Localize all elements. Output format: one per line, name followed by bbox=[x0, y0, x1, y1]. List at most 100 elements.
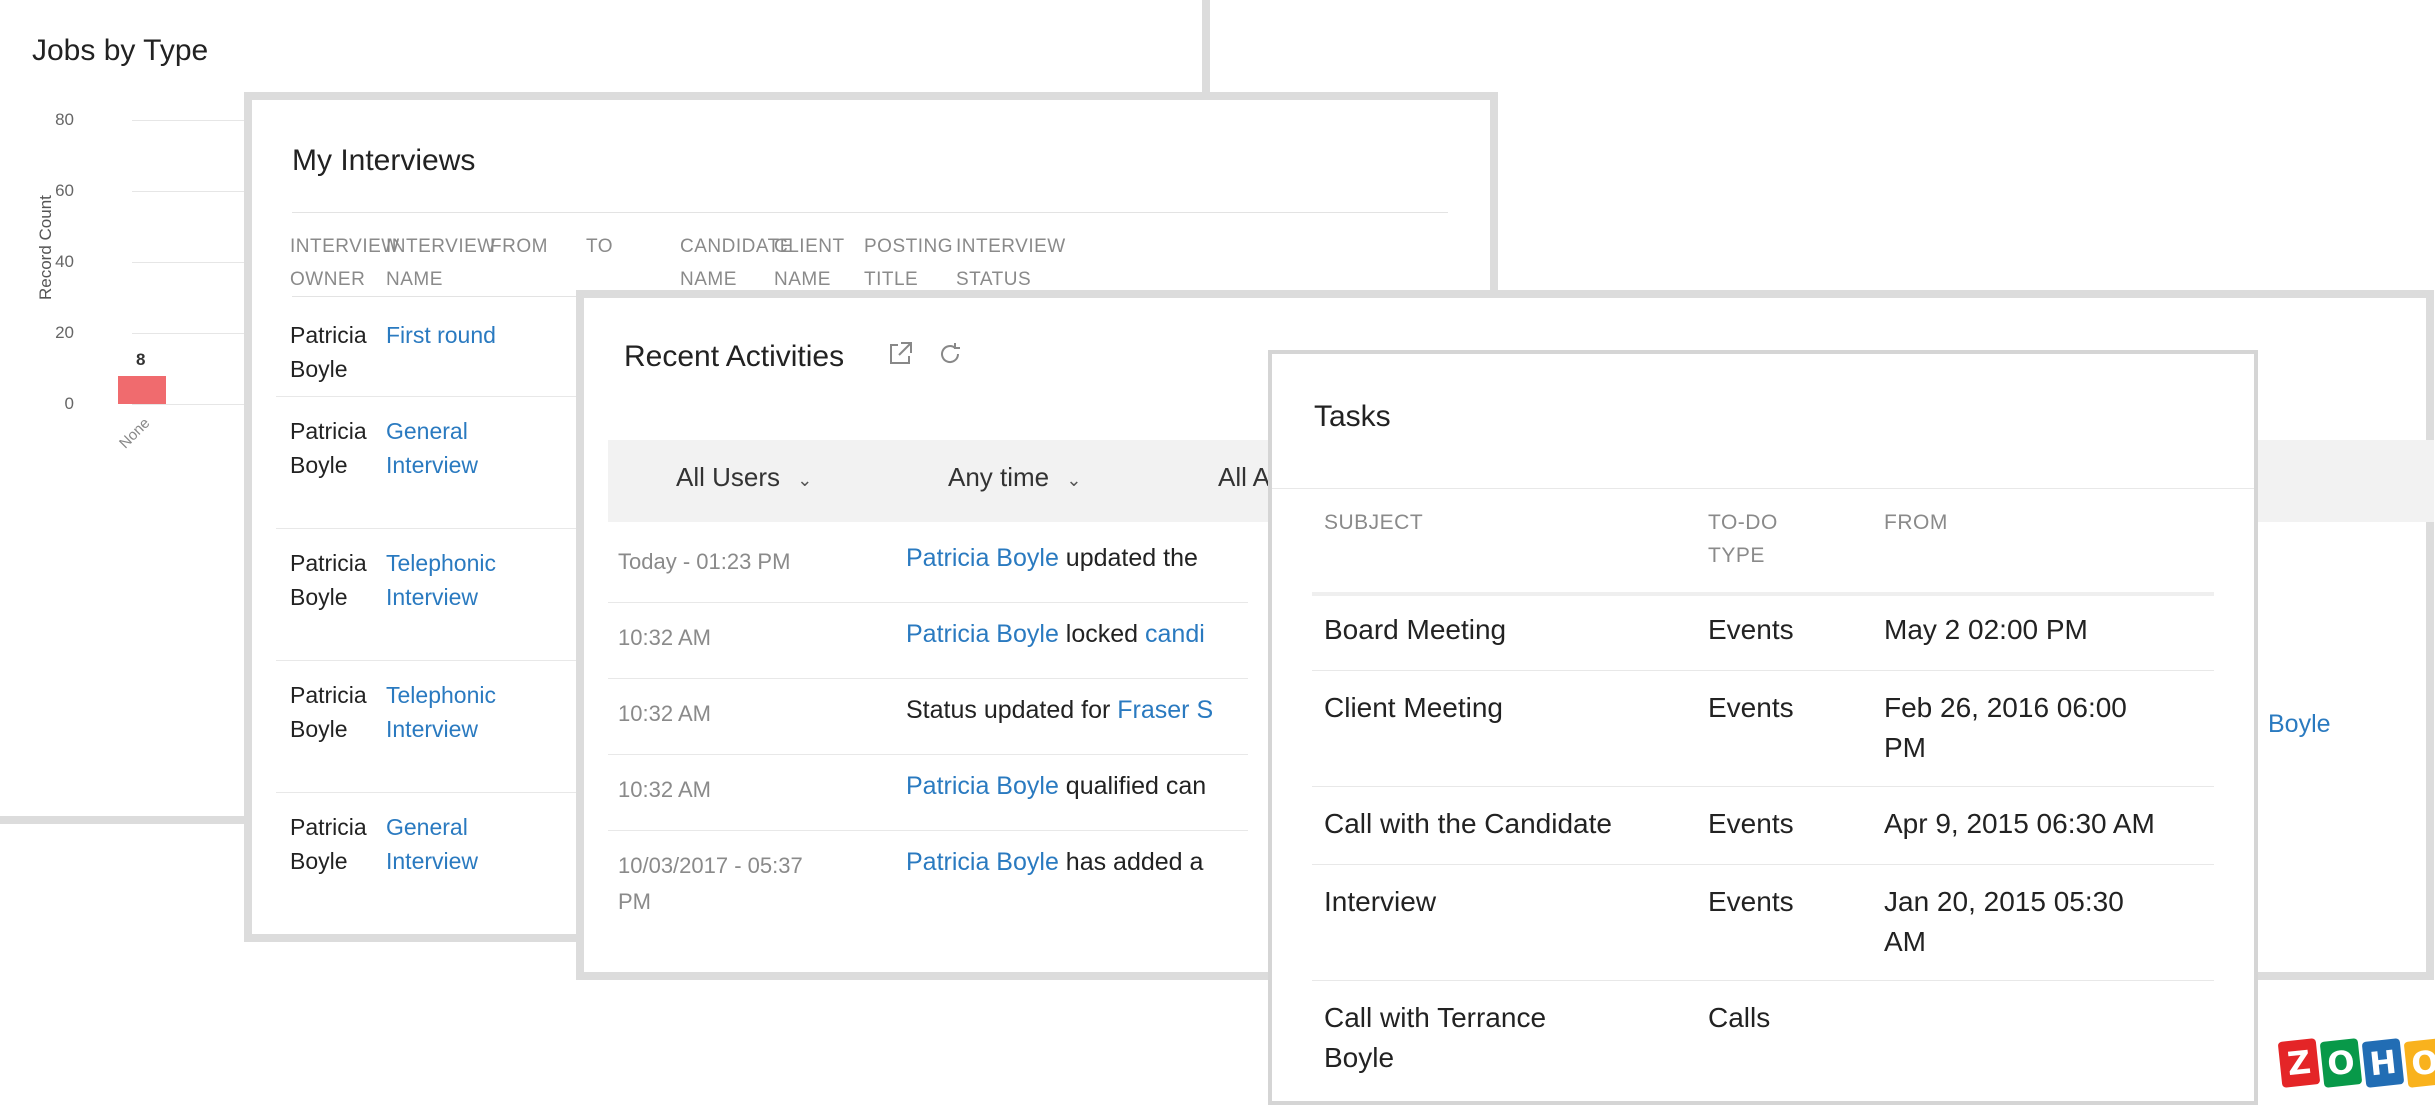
row-divider bbox=[608, 678, 1248, 679]
column-header[interactable]: INTERVIEW NAME bbox=[386, 230, 496, 296]
line-1: General bbox=[386, 418, 468, 444]
interview-name-link[interactable]: Telephonic Interview bbox=[386, 678, 496, 746]
line-2: Interview bbox=[386, 452, 479, 478]
y-tick-label: 0 bbox=[64, 394, 74, 413]
external-link-icon[interactable] bbox=[886, 340, 914, 375]
filter-activities-label: All A bbox=[1218, 462, 1271, 492]
row-divider bbox=[608, 830, 1248, 831]
line-1: INTERVIEW bbox=[386, 236, 496, 257]
logo-letter: O bbox=[2319, 1038, 2363, 1088]
column-header[interactable]: FROM bbox=[490, 230, 548, 263]
column-header[interactable]: TO bbox=[586, 230, 613, 263]
header-divider bbox=[1312, 592, 2214, 596]
activity-link[interactable]: Patricia Boyle bbox=[906, 848, 1059, 876]
line-2: Boyle bbox=[1324, 1042, 1395, 1073]
activity-link[interactable]: Patricia Boyle bbox=[906, 620, 1059, 648]
line-1: Patricia bbox=[290, 418, 367, 444]
activity-text-part: qualified can bbox=[1058, 772, 1207, 800]
task-type: Events bbox=[1708, 886, 1794, 917]
task-subject-link[interactable]: Call with Terrance Boyle bbox=[1324, 998, 1546, 1078]
line-2: Interview bbox=[386, 848, 479, 874]
tasks-card: Tasks SUBJECT TO-DO TYPE FROM Board Meeting… bbox=[1268, 350, 2258, 1105]
line-2: Boyle bbox=[290, 452, 348, 478]
line-1: POSTING bbox=[864, 236, 954, 257]
task-subject-link[interactable]: Call with the Candidate bbox=[1324, 804, 1612, 844]
column-header[interactable]: FROM bbox=[1884, 506, 1948, 539]
task-type: Events bbox=[1708, 808, 1794, 839]
line-1: Patricia bbox=[290, 550, 367, 576]
row-divider bbox=[1312, 670, 2214, 671]
task-subject-link[interactable]: Interview bbox=[1324, 882, 1436, 922]
line-1: May 2 02:00 PM bbox=[1884, 614, 2088, 645]
line-1: 10:32 AM bbox=[618, 701, 711, 726]
bar[interactable] bbox=[118, 375, 166, 404]
line-1: FROM bbox=[490, 236, 548, 257]
column-header[interactable]: SUBJECT bbox=[1324, 506, 1423, 539]
column-header[interactable]: INTERVIEW OWNER bbox=[290, 230, 400, 296]
row-divider bbox=[1312, 864, 2214, 865]
activity-text: Patricia Boyle has added a bbox=[906, 848, 1203, 877]
column-header[interactable]: POSTING TITLE bbox=[864, 230, 953, 296]
filter-time-dropdown[interactable]: Any time ⌄ bbox=[948, 462, 1081, 493]
activity-time: 10:32 AM bbox=[618, 772, 711, 808]
task-subject-link[interactable]: Client Meeting bbox=[1324, 688, 1503, 728]
line-1: TO-DO bbox=[1708, 511, 1778, 534]
line-1: 10/03/2017 - 05:37 bbox=[618, 853, 803, 878]
logo-letter: H bbox=[2361, 1038, 2405, 1088]
line-1: SUBJECT bbox=[1324, 511, 1424, 534]
activity-link[interactable]: Patricia Boyle bbox=[906, 772, 1059, 800]
activity-text: Patricia Boyle locked candi bbox=[906, 620, 1205, 649]
filter-users-label: All Users bbox=[676, 462, 781, 492]
line-1: Patricia bbox=[290, 322, 367, 348]
filter-time-label: Any time bbox=[948, 462, 1050, 492]
column-header[interactable]: TO-DO TYPE bbox=[1708, 506, 1778, 572]
right-edge-link[interactable]: Boyle bbox=[2268, 710, 2331, 738]
activity-link[interactable]: Boyle bbox=[2268, 710, 2331, 739]
row-divider bbox=[1312, 980, 2214, 981]
recent-activities-title: Recent Activities bbox=[624, 340, 845, 373]
tasks-title: Tasks bbox=[1314, 400, 1391, 433]
activity-link[interactable]: candi bbox=[1145, 620, 1205, 648]
activity-text-part: has added a bbox=[1058, 848, 1204, 876]
chevron-down-icon: ⌄ bbox=[797, 470, 813, 490]
task-subject-link[interactable]: Board Meeting bbox=[1324, 610, 1506, 650]
zoho-logo: ZOHO bbox=[2277, 1038, 2435, 1088]
column-header[interactable]: CLIENT NAME bbox=[774, 230, 845, 296]
interview-name-link[interactable]: First round bbox=[386, 318, 496, 352]
interview-owner: Patricia Boyle bbox=[290, 546, 367, 614]
line-2: TYPE bbox=[1708, 544, 1765, 567]
interview-name-link[interactable]: General Interview bbox=[386, 810, 478, 878]
filter-users-dropdown[interactable]: All Users ⌄ bbox=[676, 462, 812, 493]
line-1: Feb 26, 2016 06:00 bbox=[1884, 692, 2127, 723]
activity-link[interactable]: Patricia Boyle bbox=[906, 544, 1059, 572]
activity-link[interactable]: Fraser S bbox=[1117, 696, 1213, 724]
y-axis-label: Record Count bbox=[36, 195, 55, 300]
chevron-down-icon: ⌄ bbox=[1066, 470, 1082, 490]
interview-owner: Patricia Boyle bbox=[290, 678, 367, 746]
y-tick-label: 20 bbox=[55, 323, 74, 342]
interview-owner: Patricia Boyle bbox=[290, 318, 367, 386]
line-1: Client Meeting bbox=[1324, 692, 1503, 723]
column-header[interactable]: INTERVIEW STATUS bbox=[956, 230, 1066, 296]
line-1: 10:32 AM bbox=[618, 777, 711, 802]
filter-activities-dropdown[interactable]: All A bbox=[1218, 462, 1270, 493]
line-2: Boyle bbox=[290, 716, 348, 742]
line-1: Today - 01:23 PM bbox=[618, 549, 791, 574]
interview-name-link[interactable]: Telephonic Interview bbox=[386, 546, 496, 614]
activity-text-part: updated the bbox=[1058, 544, 1198, 572]
line-1: TO bbox=[586, 236, 614, 257]
y-tick-label: 80 bbox=[55, 110, 74, 129]
bar-data-label: 8 bbox=[136, 349, 146, 369]
line-1: General bbox=[386, 814, 468, 840]
line-1: Telephonic bbox=[386, 550, 496, 576]
interview-owner: Patricia Boyle bbox=[290, 810, 367, 878]
activity-time: 10:32 AM bbox=[618, 620, 711, 656]
line-1: INTERVIEW bbox=[290, 236, 400, 257]
interview-name-link[interactable]: General Interview bbox=[386, 414, 478, 482]
logo-letter: Z bbox=[2277, 1038, 2321, 1088]
activity-text: Patricia Boyle qualified can bbox=[906, 772, 1206, 801]
my-interviews-title: My Interviews bbox=[292, 144, 476, 177]
activity-time: 10:32 AM bbox=[618, 696, 711, 732]
refresh-icon[interactable] bbox=[936, 340, 964, 375]
line-1: Board Meeting bbox=[1324, 614, 1507, 645]
